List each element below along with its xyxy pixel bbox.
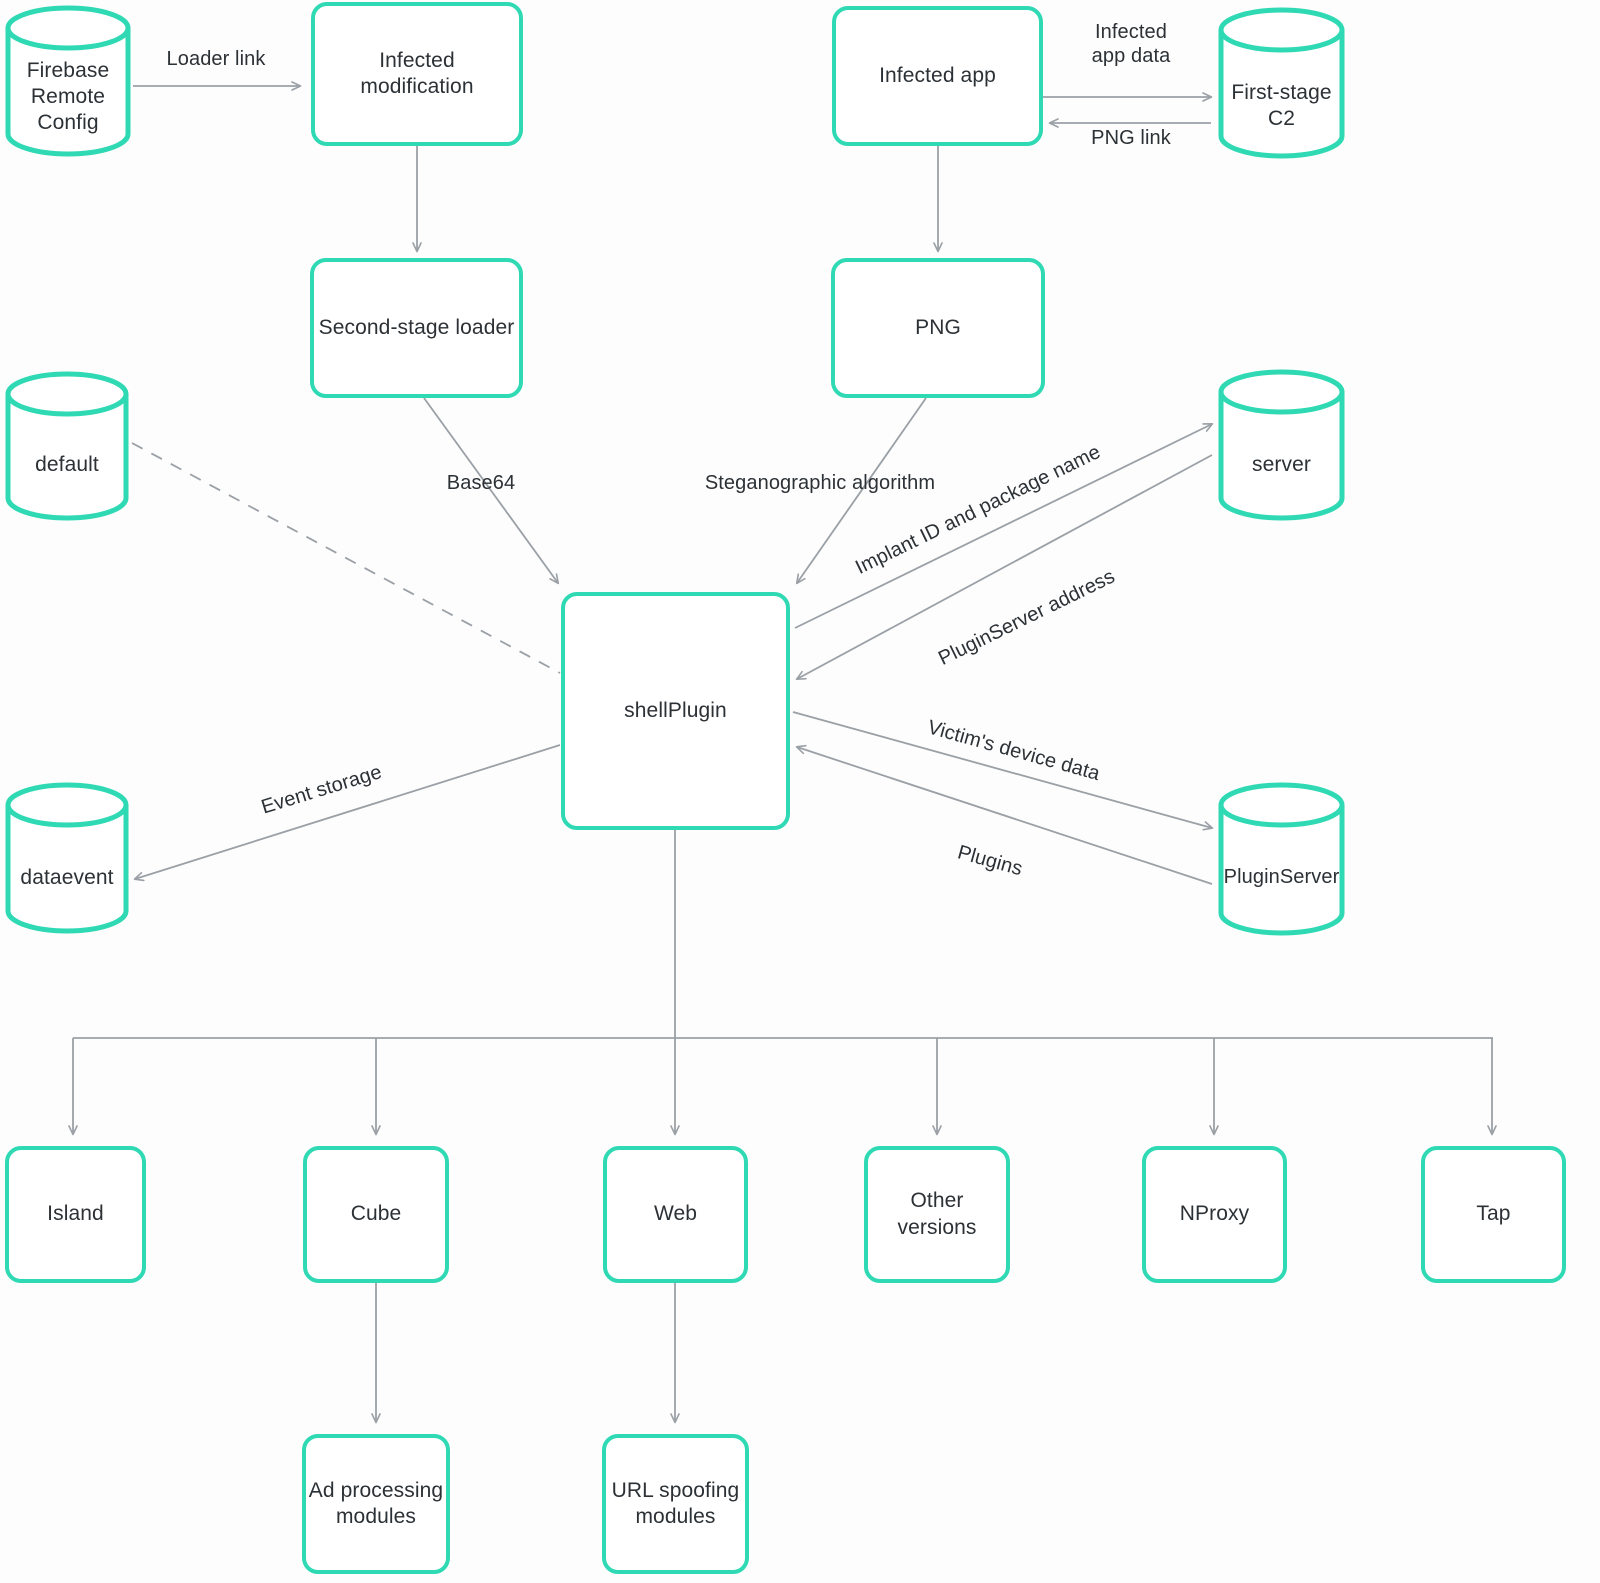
node-label: Firebase Remote Config	[26, 59, 110, 135]
node-shell-plugin[interactable]: shellPlugin	[561, 592, 790, 830]
node-web[interactable]: Web	[603, 1146, 748, 1283]
node-island[interactable]: Island	[5, 1146, 146, 1283]
node-tap[interactable]: Tap	[1421, 1146, 1566, 1283]
cylinder-shape	[5, 782, 129, 934]
edge-label-loader-link: Loader link	[166, 48, 266, 70]
edge-label-png-link: PNG link	[1091, 127, 1171, 149]
node-label: server	[1252, 453, 1311, 476]
node-ad-processing-modules[interactable]: Ad processing modules	[302, 1434, 450, 1574]
node-firebase-remote-config[interactable]: Firebase Remote Config	[5, 5, 131, 157]
node-first-stage-c2[interactable]: First-stage C2	[1218, 7, 1345, 159]
edge-shellplugin-to-dataevent	[133, 744, 561, 882]
node-infected-modification[interactable]: Infected modification	[311, 2, 523, 146]
node-url-spoofing-modules[interactable]: URL spoofing modules	[602, 1434, 749, 1574]
node-label: PluginServer	[1223, 866, 1340, 888]
cylinder-shape	[5, 371, 129, 521]
node-dataevent[interactable]: dataevent	[5, 782, 129, 934]
edge-shellplugin-to-pluginserver	[792, 711, 1214, 831]
edge-label-base64: Base64	[446, 472, 516, 494]
cylinder-shape	[1218, 782, 1345, 936]
edge-label-steganographic-algorithm: Steganographic algorithm	[704, 472, 936, 494]
node-infected-app[interactable]: Infected app	[832, 6, 1043, 146]
edge-label-infected-app-data: Infected app data	[1091, 21, 1171, 68]
node-png[interactable]: PNG	[831, 258, 1045, 398]
node-nproxy[interactable]: NProxy	[1142, 1146, 1287, 1283]
node-label: dataevent	[20, 866, 114, 889]
node-second-stage-loader[interactable]: Second-stage loader	[310, 258, 523, 398]
edge-layer	[68, 81, 1497, 1424]
node-label: default	[35, 453, 99, 476]
node-server[interactable]: server	[1218, 369, 1345, 521]
node-default-db[interactable]: default	[5, 371, 129, 521]
node-label: First-stage C2	[1231, 81, 1332, 131]
infection-chain-diagram: Firebase Remote Config First-stage C2 de…	[0, 0, 1600, 1583]
cylinder-shape	[1218, 369, 1345, 521]
node-cube[interactable]: Cube	[303, 1146, 449, 1283]
node-other-versions[interactable]: Other versions	[864, 1146, 1010, 1283]
edge-shellplugin-to-server	[794, 422, 1214, 629]
node-plugin-server[interactable]: PluginServer	[1218, 782, 1345, 936]
